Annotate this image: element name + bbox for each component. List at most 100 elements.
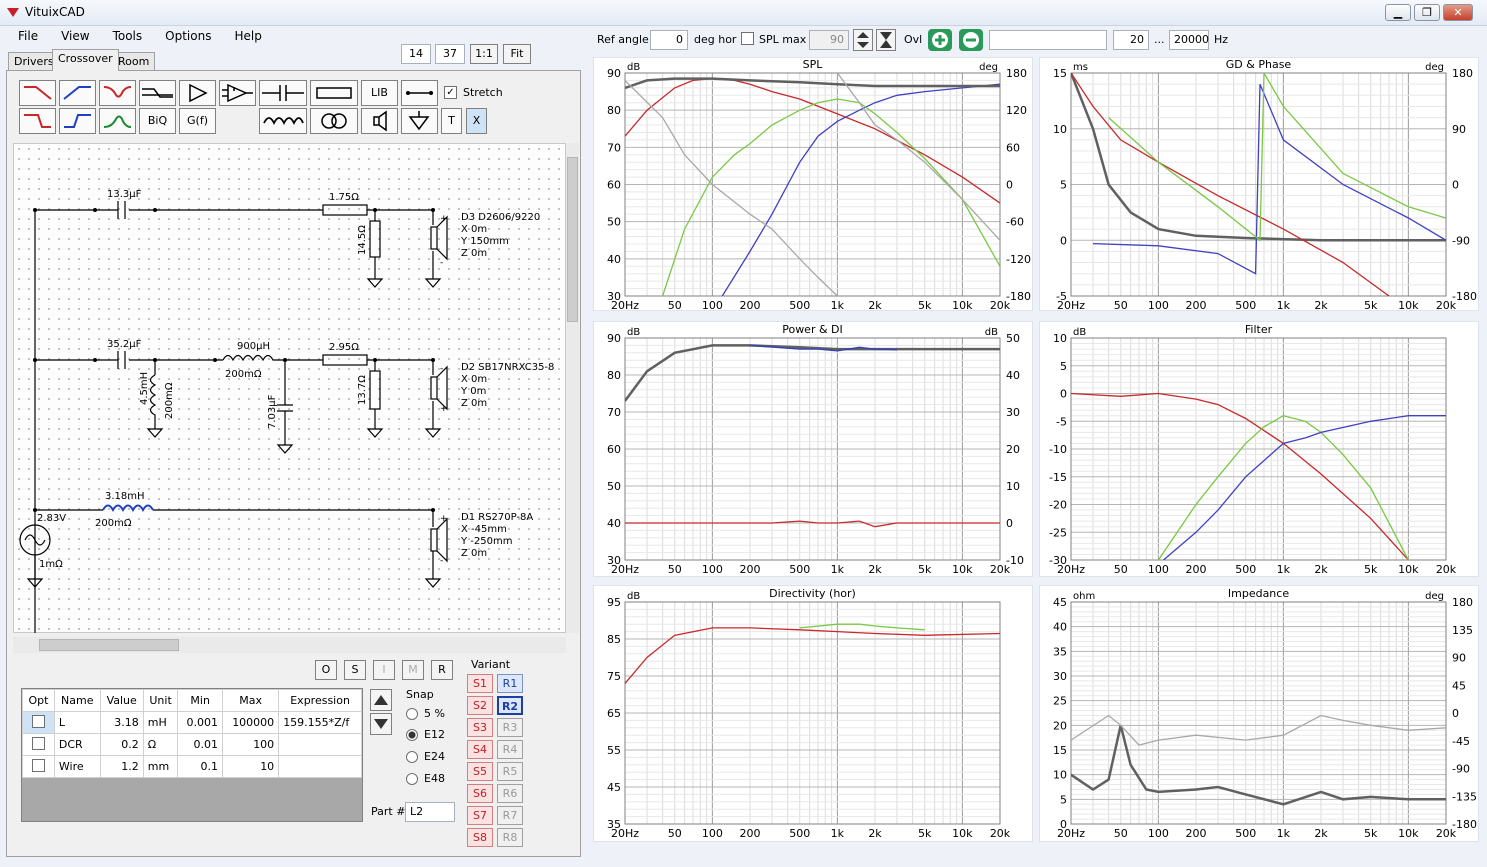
y-tick-label: 65 [607, 707, 621, 720]
y2-tick-label: 180 [1006, 67, 1027, 80]
x-tick-label: 200 [1186, 563, 1207, 576]
series-line [625, 627, 1000, 684]
x-tick-label: 100 [1148, 563, 1169, 576]
plot-frame [1070, 601, 1447, 825]
x-tick-label: 500 [789, 827, 810, 840]
x-tick-label: 10k [1398, 563, 1419, 576]
x-tick-label: 20Hz [611, 563, 639, 576]
x-tick-label: 5k [918, 299, 932, 312]
x-tick-label: 2k [868, 299, 882, 312]
y-tick-label: 30 [1053, 670, 1067, 683]
y2-tick-label: 90 [1452, 123, 1466, 136]
x-tick-label: 20k [990, 563, 1011, 576]
x-tick-label: 20k [1436, 563, 1457, 576]
x-tick-label: 200 [740, 563, 761, 576]
x-tick-label: 100 [1148, 299, 1169, 312]
y-tick-label: 80 [607, 104, 621, 117]
y-tick-label: 80 [607, 369, 621, 382]
x-tick-label: 20k [1436, 827, 1457, 840]
y-tick-label: 40 [607, 517, 621, 530]
series-line [625, 344, 1000, 402]
x-tick-label: 10k [952, 563, 973, 576]
y-tick-label: 95 [607, 596, 621, 609]
y2-tick-label: 135 [1452, 624, 1473, 637]
x-tick-label: 10k [1398, 299, 1419, 312]
x-tick-label: 1k [1277, 563, 1291, 576]
y-tick-label: 40 [607, 253, 621, 266]
y-tick-label: 50 [607, 480, 621, 493]
y-tick-label: 5 [1060, 360, 1067, 373]
y-axis-unit: dB [627, 591, 640, 602]
charts-layer: 90807060504030180120600-60-120-18020Hz 50… [607, 58, 1477, 840]
x-tick-label: 2k [1314, 299, 1328, 312]
y2-axis-unit: deg [979, 62, 998, 73]
series-line [836, 73, 1000, 241]
y2-tick-label: 45 [1452, 679, 1466, 692]
y-axis-unit: ms [1073, 62, 1088, 73]
x-tick-label: 100 [702, 827, 723, 840]
y-tick-label: -25 [1049, 526, 1067, 539]
x-tick-label: 50 [1114, 827, 1128, 840]
chart-title: GD & Phase [1226, 58, 1292, 71]
y2-tick-label: 180 [1452, 67, 1473, 80]
y-axis-unit: dB [627, 62, 640, 73]
y-tick-label: 70 [607, 141, 621, 154]
y2-tick-label: 90 [1452, 652, 1466, 665]
x-tick-label: 5k [1364, 299, 1378, 312]
y2-tick-label: 0 [1452, 707, 1459, 720]
x-tick-label: 500 [789, 563, 810, 576]
chart-title: Impedance [1228, 587, 1289, 600]
y2-tick-label: -90 [1452, 234, 1470, 247]
x-tick-label: 100 [702, 299, 723, 312]
y-tick-label: -15 [1049, 471, 1067, 484]
x-tick-label: 2k [1314, 827, 1328, 840]
y-axis-unit: dB [627, 327, 640, 338]
y2-tick-label: 10 [1006, 480, 1020, 493]
y2-tick-label: 120 [1006, 104, 1027, 117]
x-tick-label: 20k [990, 827, 1011, 840]
chart-title: SPL [803, 58, 824, 71]
y-tick-label: 85 [607, 633, 621, 646]
y-tick-label: 55 [607, 744, 621, 757]
y-tick-label: 10 [1053, 769, 1067, 782]
chart-title: Power & DI [782, 323, 843, 336]
y-tick-label: 90 [607, 332, 621, 345]
x-tick-label: 200 [740, 827, 761, 840]
y-tick-label: 45 [1053, 596, 1067, 609]
y-tick-label: 90 [607, 67, 621, 80]
y2-tick-label: 50 [1006, 332, 1020, 345]
y-tick-label: 60 [607, 179, 621, 192]
y-tick-label: 45 [607, 781, 621, 794]
x-tick-label: 500 [1235, 299, 1256, 312]
x-tick-label: 20k [990, 299, 1011, 312]
x-tick-label: 1k [1277, 299, 1291, 312]
y2-tick-label: -120 [1006, 253, 1031, 266]
y2-tick-label: 60 [1006, 141, 1020, 154]
x-tick-label: 500 [1235, 563, 1256, 576]
x-tick-label: 2k [868, 563, 882, 576]
chart-title: Filter [1245, 323, 1273, 336]
y-tick-label: 50 [607, 216, 621, 229]
y2-tick-label: 30 [1006, 406, 1020, 419]
y-tick-label: 35 [1053, 645, 1067, 658]
y-tick-label: 10 [1053, 332, 1067, 345]
y-tick-label: 15 [1053, 67, 1067, 80]
y-tick-label: 75 [607, 670, 621, 683]
tab-crossover[interactable]: Crossover [52, 49, 119, 71]
x-tick-label: 50 [1114, 563, 1128, 576]
x-tick-label: 1k [831, 827, 845, 840]
x-tick-label: 20k [1436, 299, 1457, 312]
y2-tick-label: -60 [1006, 216, 1024, 229]
x-tick-label: 10k [952, 299, 973, 312]
y-tick-label: -10 [1049, 443, 1067, 456]
x-tick-label: 200 [1186, 299, 1207, 312]
y2-tick-label: -90 [1452, 763, 1470, 776]
y2-tick-label: 0 [1452, 179, 1459, 192]
y-tick-label: 20 [1053, 719, 1067, 732]
x-tick-label: 20Hz [1057, 563, 1085, 576]
y-tick-label: 10 [1053, 123, 1067, 136]
x-tick-label: 20Hz [611, 827, 639, 840]
x-tick-label: 100 [1148, 827, 1169, 840]
series-line [625, 520, 1000, 528]
y-tick-label: 40 [1053, 621, 1067, 634]
